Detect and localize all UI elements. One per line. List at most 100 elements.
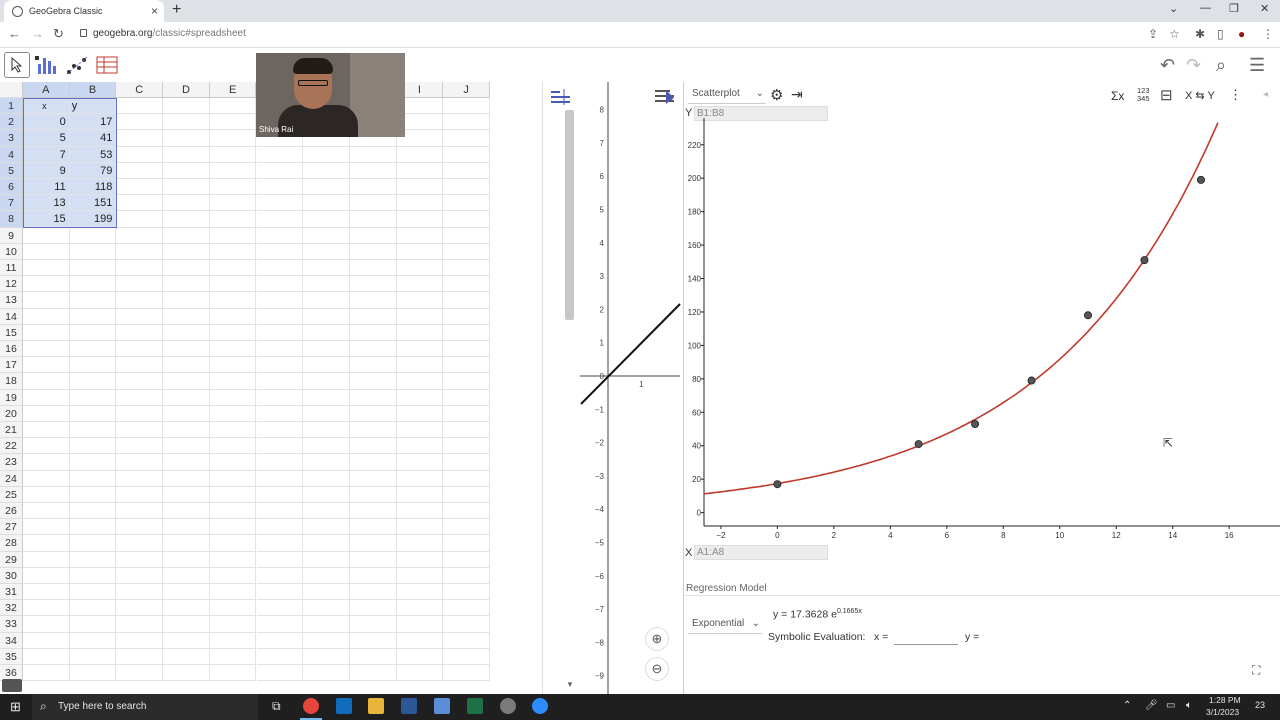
spreadsheet-cell[interactable] <box>443 211 490 228</box>
spreadsheet-cell[interactable] <box>349 292 397 309</box>
spreadsheet-cell[interactable] <box>396 665 444 682</box>
one-variable-analysis-tool-icon[interactable] <box>34 52 60 78</box>
spreadsheet-cell[interactable] <box>209 567 257 584</box>
spreadsheet-cell[interactable] <box>163 503 210 520</box>
spreadsheet-cell[interactable] <box>209 227 257 244</box>
row-header[interactable]: 29 <box>0 551 23 568</box>
spreadsheet-cell[interactable] <box>69 276 117 293</box>
spreadsheet-cell[interactable] <box>303 341 350 358</box>
spreadsheet-cell[interactable] <box>443 308 490 325</box>
spreadsheet-cell[interactable] <box>256 260 304 277</box>
spreadsheet-cell[interactable]: 5 <box>23 130 70 147</box>
spreadsheet-cell[interactable] <box>116 341 164 358</box>
paint-app-icon[interactable] <box>500 698 516 714</box>
spreadsheet-cell[interactable] <box>303 276 350 293</box>
spreadsheet-cell[interactable] <box>209 98 257 115</box>
window-close-icon[interactable]: ✕ <box>1260 2 1269 15</box>
spreadsheet-cell[interactable] <box>23 405 70 422</box>
spreadsheet-cell[interactable] <box>69 389 117 406</box>
spreadsheet-cell[interactable] <box>349 632 397 649</box>
spreadsheet-cell[interactable] <box>396 146 444 163</box>
spreadsheet-cell[interactable] <box>163 648 210 665</box>
spreadsheet-cell[interactable] <box>23 519 70 536</box>
spreadsheet-cell[interactable] <box>256 162 304 179</box>
spreadsheet-cell[interactable] <box>443 357 490 374</box>
spreadsheet-cell[interactable] <box>163 438 210 455</box>
spreadsheet-cell[interactable] <box>209 308 257 325</box>
spreadsheet-cell[interactable] <box>396 373 444 390</box>
spreadsheet-cell[interactable] <box>23 486 70 503</box>
spreadsheet-cell[interactable] <box>116 146 164 163</box>
spreadsheet-cell[interactable] <box>209 503 257 520</box>
row-header[interactable]: 30 <box>0 567 23 584</box>
spreadsheet-cell[interactable] <box>303 519 350 536</box>
spreadsheet-cell[interactable] <box>396 195 444 212</box>
spreadsheet-cell[interactable] <box>163 292 210 309</box>
spreadsheet-cell[interactable] <box>116 389 164 406</box>
spreadsheet-cell[interactable] <box>116 130 164 147</box>
spreadsheet-cell[interactable] <box>443 486 490 503</box>
corner-header[interactable] <box>0 82 23 99</box>
spreadsheet-cell[interactable] <box>396 503 444 520</box>
spreadsheet-cell[interactable] <box>349 211 397 228</box>
spreadsheet-cell[interactable] <box>303 438 350 455</box>
spreadsheet-cell[interactable] <box>349 648 397 665</box>
row-header[interactable]: 9 <box>0 227 23 244</box>
reload-icon[interactable]: ↻ <box>53 26 64 42</box>
spreadsheet-cell[interactable]: 151 <box>69 195 117 212</box>
spreadsheet-cell[interactable] <box>163 98 210 115</box>
row-header[interactable]: 27 <box>0 519 23 536</box>
spreadsheet-cell[interactable] <box>69 665 117 682</box>
spreadsheet-cell[interactable] <box>349 357 397 374</box>
spreadsheet-cell[interactable] <box>443 389 490 406</box>
spreadsheet-cell[interactable] <box>163 179 210 196</box>
spreadsheet-cell[interactable] <box>163 535 210 552</box>
volume-icon[interactable]: 🔈︎ <box>1186 700 1192 711</box>
spreadsheet-cell[interactable] <box>443 373 490 390</box>
spreadsheet-cell[interactable] <box>443 551 490 568</box>
spreadsheet-cell[interactable] <box>349 260 397 277</box>
spreadsheet-cell[interactable] <box>23 357 70 374</box>
spreadsheet-cell[interactable] <box>23 438 70 455</box>
spreadsheet-cell[interactable] <box>23 648 70 665</box>
spreadsheet-cell[interactable]: 0 <box>23 114 70 131</box>
spreadsheet-cell[interactable] <box>349 405 397 422</box>
spreadsheet-cell[interactable] <box>256 211 304 228</box>
spreadsheet-cell[interactable] <box>23 260 70 277</box>
spreadsheet-cell[interactable] <box>163 260 210 277</box>
spreadsheet-cell[interactable] <box>396 567 444 584</box>
new-tab-icon[interactable]: + <box>172 1 181 19</box>
spreadsheet-cell[interactable] <box>443 600 490 617</box>
spreadsheet-cell[interactable] <box>303 535 350 552</box>
spreadsheet-cell[interactable] <box>69 486 117 503</box>
spreadsheet-cell[interactable] <box>209 600 257 617</box>
spreadsheet-cell[interactable] <box>303 324 350 341</box>
spreadsheet-cell[interactable] <box>163 341 210 358</box>
spreadsheet-cell[interactable] <box>349 341 397 358</box>
spreadsheet-cell[interactable] <box>163 519 210 536</box>
spreadsheet-cell[interactable] <box>349 665 397 682</box>
chrome-app-icon[interactable] <box>303 698 319 714</box>
zoom-app-icon[interactable] <box>532 698 548 714</box>
zoom-in-icon[interactable]: ⊕ <box>645 627 669 651</box>
spreadsheet-cell[interactable] <box>396 551 444 568</box>
spreadsheet-cell[interactable] <box>303 454 350 471</box>
spreadsheet-cell[interactable] <box>209 422 257 439</box>
spreadsheet-cell[interactable] <box>116 179 164 196</box>
spreadsheet-cell[interactable] <box>69 632 117 649</box>
row-header[interactable]: 8 <box>0 211 23 228</box>
spreadsheet-cell[interactable] <box>303 584 350 601</box>
spreadsheet-cell[interactable] <box>163 227 210 244</box>
row-header[interactable]: 15 <box>0 324 23 341</box>
spreadsheet-cell[interactable] <box>163 405 210 422</box>
keyboard-icon[interactable] <box>2 679 22 692</box>
spreadsheet-cell[interactable] <box>69 324 117 341</box>
spreadsheet-cell[interactable] <box>69 373 117 390</box>
spreadsheet-cell[interactable] <box>396 324 444 341</box>
windows-start-icon[interactable]: ⊞ <box>10 699 21 715</box>
spreadsheet-cell[interactable] <box>256 422 304 439</box>
tray-chevron-icon[interactable]: ⌃ <box>1123 700 1131 711</box>
spreadsheet-cell[interactable] <box>303 389 350 406</box>
spreadsheet-cell[interactable] <box>256 486 304 503</box>
spreadsheet-cell[interactable] <box>443 584 490 601</box>
